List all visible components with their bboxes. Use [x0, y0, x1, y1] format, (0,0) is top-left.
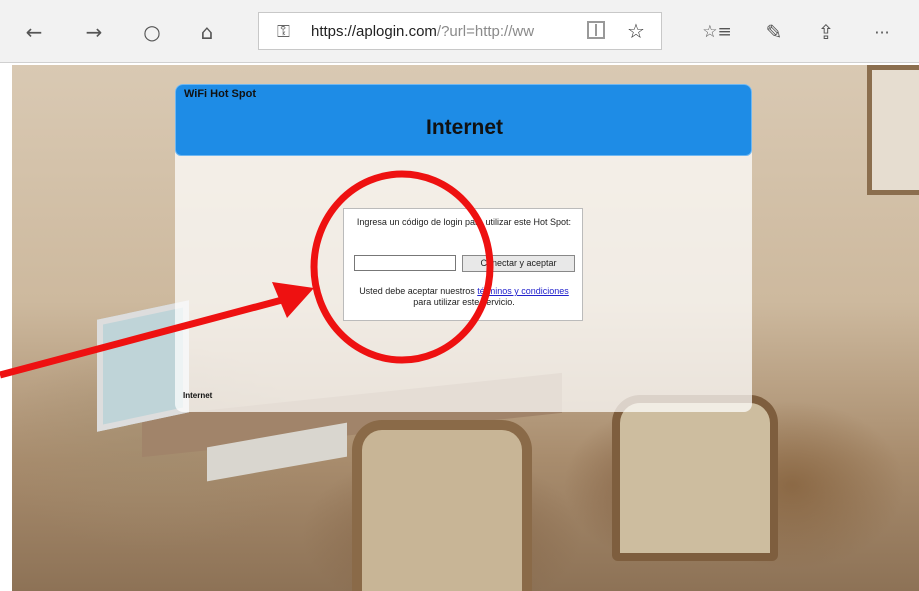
url-text[interactable]: https://aplogin.com/?url=http://ww [311, 23, 579, 40]
refresh-icon[interactable]: ○ [138, 18, 166, 46]
more-icon[interactable]: ··· [868, 18, 896, 46]
reading-view-icon[interactable] [587, 21, 605, 39]
browser-toolbar: ← → ○ ⌂ ⚿ https://aplogin.com/?url=http:… [0, 0, 919, 63]
brand-label: WiFi Hot Spot [184, 88, 256, 100]
terms-text: Usted debe aceptar nuestros términos y c… [359, 286, 569, 307]
terms-link[interactable]: términos y condiciones [477, 286, 569, 296]
share-icon[interactable]: ⇪ [812, 18, 840, 46]
panel-footer: Internet [183, 391, 213, 400]
panel-header: WiFi Hot Spot Internet [175, 84, 752, 156]
favorites-icon[interactable]: ☆≡ [702, 18, 731, 46]
chair-right [612, 395, 778, 561]
home-icon[interactable]: ⌂ [193, 18, 221, 46]
pen-icon[interactable]: ✎ [760, 18, 788, 46]
connect-accept-button[interactable]: Conectar y aceptar [462, 255, 575, 272]
lock-icon: ⚿ [277, 22, 290, 42]
chair-center [352, 420, 532, 591]
login-prompt: Ingresa un código de login para utilizar… [356, 217, 572, 227]
login-code-input[interactable] [354, 255, 456, 271]
hotspot-panel: WiFi Hot Spot Internet Ingresa un código… [175, 84, 752, 412]
page-title: Internet [425, 116, 503, 139]
forward-arrow-icon[interactable]: → [80, 18, 108, 46]
wall-frame [867, 65, 919, 195]
back-arrow-icon[interactable]: ← [20, 18, 48, 46]
star-icon[interactable]: ☆ [627, 19, 645, 43]
address-bar[interactable]: ⚿ https://aplogin.com/?url=http://ww ☆ [258, 12, 662, 50]
login-box: Ingresa un código de login para utilizar… [343, 208, 583, 321]
